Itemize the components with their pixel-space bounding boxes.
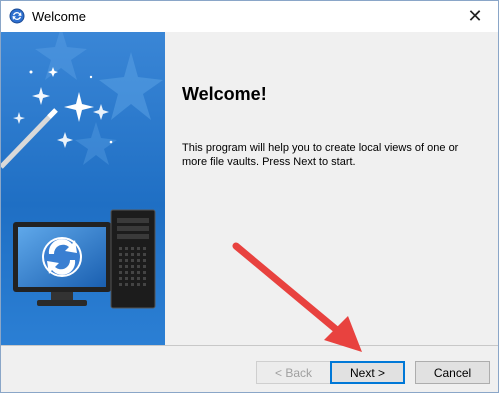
- page-description: This program will help you to create loc…: [182, 142, 459, 168]
- window-title: Welcome: [32, 9, 86, 24]
- next-button[interactable]: Next >: [330, 361, 405, 384]
- wizard-window: Welcome ✕ Welcome! This program will hel…: [0, 0, 499, 393]
- close-button[interactable]: ✕: [452, 1, 498, 32]
- wizard-content: Welcome! This program will help you to c…: [165, 32, 498, 345]
- wizard-footer: < Back Next > Cancel: [1, 346, 498, 392]
- title-bar: Welcome ✕: [1, 1, 498, 32]
- back-button[interactable]: < Back: [256, 361, 331, 384]
- wizard-banner-image: [1, 32, 165, 345]
- sync-app-icon: [9, 8, 25, 24]
- close-icon: ✕: [467, 6, 483, 26]
- page-heading: Welcome!: [182, 84, 267, 104]
- cancel-button[interactable]: Cancel: [415, 361, 490, 384]
